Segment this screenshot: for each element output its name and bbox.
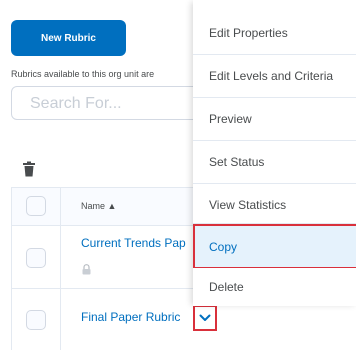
rubric-link[interactable]: Final Paper Rubric <box>81 310 193 324</box>
availability-text: Rubrics available to this org unit are <box>11 69 155 79</box>
menu-item-edit-levels-criteria[interactable]: Edit Levels and Criteria <box>193 55 356 97</box>
chevron-down-icon <box>199 314 211 321</box>
menu-item-edit-properties[interactable]: Edit Properties <box>193 12 356 54</box>
menu-item-delete[interactable]: Delete <box>193 268 356 306</box>
rubric-link[interactable]: Current Trends Pap <box>81 236 193 250</box>
search-placeholder: Search For... <box>30 95 122 112</box>
menu-item-copy[interactable]: Copy <box>193 224 356 269</box>
column-header-name[interactable]: Name ▲ <box>81 201 116 211</box>
trash-icon[interactable] <box>22 161 36 177</box>
new-rubric-button[interactable]: New Rubric <box>11 20 126 56</box>
row-checkbox[interactable] <box>26 248 46 268</box>
menu-item-view-statistics[interactable]: View Statistics <box>193 184 356 226</box>
select-all-checkbox[interactable] <box>26 196 46 216</box>
lock-icon <box>82 264 91 275</box>
context-menu-button[interactable] <box>193 305 217 331</box>
menu-item-preview[interactable]: Preview <box>193 98 356 140</box>
row-checkbox[interactable] <box>26 310 46 330</box>
menu-item-set-status[interactable]: Set Status <box>193 141 356 183</box>
